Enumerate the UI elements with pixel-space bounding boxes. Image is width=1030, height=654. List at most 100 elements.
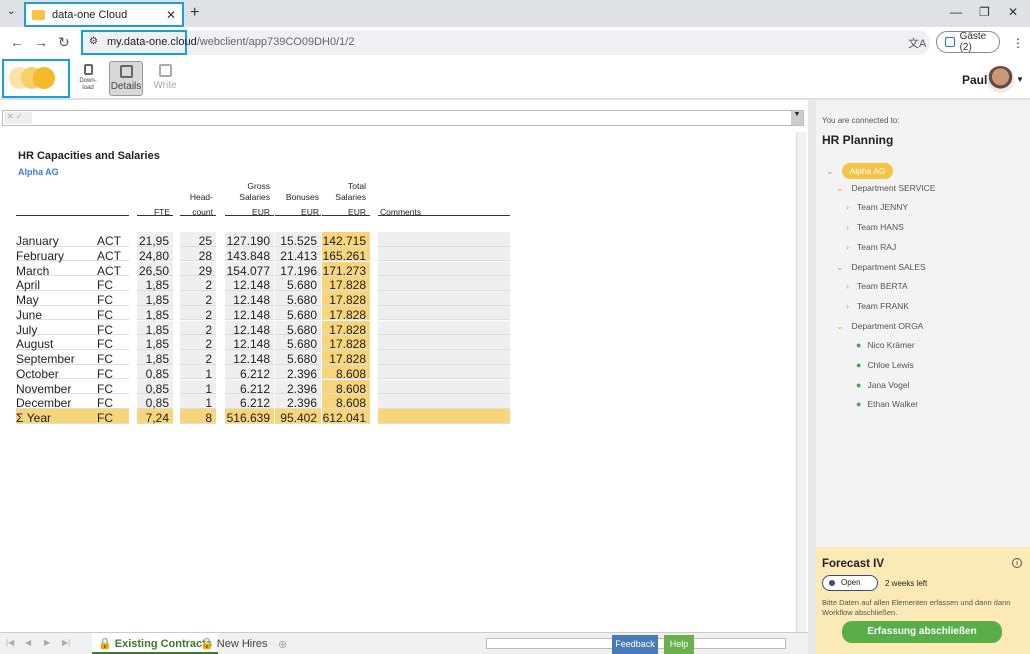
tree-item[interactable]: ⌄ Department SERVICE — [836, 183, 935, 194]
cell-month[interactable]: May — [16, 291, 97, 307]
cell-month[interactable]: February — [16, 247, 97, 263]
prev-sheet-icon[interactable]: ◀ — [25, 638, 31, 647]
cell-type[interactable]: ACT — [97, 232, 129, 248]
browser-tab[interactable]: data-one Cloud ✕ — [24, 2, 184, 27]
chevron-right-icon[interactable]: › — [846, 222, 849, 232]
tree-item[interactable]: › Team BERTA — [846, 281, 908, 291]
cell-bonus[interactable]: 5.680 — [275, 276, 321, 292]
panel-splitter[interactable] — [808, 100, 816, 654]
guest-profile-button[interactable]: Gäste (2) — [936, 31, 1000, 53]
close-tab-icon[interactable]: ✕ — [166, 8, 176, 22]
cell-gross[interactable]: 143.848 — [225, 246, 274, 263]
cell-comment[interactable] — [378, 305, 510, 321]
cell-head[interactable]: 8 — [180, 409, 216, 425]
cell-bonus[interactable]: 17.196 — [275, 261, 321, 278]
cell-type[interactable]: FC — [97, 409, 129, 425]
tree-item[interactable]: ● Ethan Walker — [856, 399, 918, 409]
cell-month[interactable]: March — [16, 262, 97, 278]
cell-bonus[interactable]: 95.402 — [275, 409, 321, 425]
cell-comment[interactable] — [378, 232, 510, 247]
chevron-right-icon[interactable]: › — [846, 281, 849, 291]
person-icon[interactable]: ● — [856, 380, 861, 390]
cell-month[interactable]: August — [16, 335, 97, 351]
cell-type[interactable]: FC — [97, 335, 129, 351]
cell-total[interactable]: 17.828 — [322, 350, 370, 366]
cell-type[interactable]: FC — [97, 291, 129, 307]
chevron-down-icon[interactable]: ⌄ — [836, 183, 844, 194]
cell-head[interactable]: 1 — [180, 364, 216, 381]
person-icon[interactable]: ● — [856, 360, 861, 370]
cell-bonus[interactable]: 5.680 — [275, 320, 321, 337]
cell-fte[interactable]: 0,85 — [137, 364, 173, 381]
tree-item[interactable]: ⌄ Alpha AG — [826, 163, 894, 179]
download-button[interactable]: Down- load — [77, 61, 99, 92]
cell-total[interactable]: 8.608 — [322, 364, 370, 381]
tree-item[interactable]: › Team JENNY — [846, 202, 908, 212]
cell-bonus[interactable]: 21.413 — [275, 246, 321, 263]
cell-fte[interactable]: 1,85 — [137, 276, 173, 292]
chevron-right-icon[interactable]: › — [846, 301, 849, 311]
cell-total[interactable]: 17.828 — [322, 276, 370, 292]
person-icon[interactable]: ● — [856, 340, 861, 350]
cell-gross[interactable]: 127.190 — [225, 232, 274, 248]
cell-bonus[interactable]: 2.396 — [275, 364, 321, 381]
cell-gross[interactable]: 12.148 — [225, 276, 274, 292]
chevron-down-icon[interactable]: ⌄ — [836, 262, 844, 273]
cell-type[interactable]: ACT — [97, 262, 129, 278]
cell-type[interactable]: FC — [97, 350, 129, 366]
cell-type[interactable]: ACT — [97, 247, 129, 263]
cell-head[interactable]: 1 — [180, 394, 216, 410]
chevron-down-icon[interactable]: ⌄ — [826, 166, 834, 177]
vertical-scrollbar[interactable] — [796, 132, 806, 632]
cell-fte[interactable]: 1,85 — [137, 335, 173, 351]
cell-comment[interactable] — [378, 276, 510, 291]
details-button[interactable]: Details — [109, 61, 143, 96]
cell-comment[interactable] — [378, 261, 510, 277]
cell-head[interactable]: 29 — [180, 261, 216, 278]
cell-comment[interactable] — [378, 320, 510, 336]
cell-head[interactable]: 2 — [180, 320, 216, 337]
cell-type[interactable]: FC — [97, 394, 129, 410]
url-text[interactable]: my.data-one.cloud/webclient/app739CO09DH… — [107, 36, 354, 48]
cell-fte[interactable]: 0,85 — [137, 394, 173, 410]
cell-month[interactable]: October — [16, 365, 97, 381]
cell-gross[interactable]: 154.077 — [225, 261, 274, 278]
tree-item[interactable]: ⌄ Department ORGA — [836, 321, 923, 332]
cell-fte[interactable]: 0,85 — [137, 379, 173, 396]
cell-bonus[interactable]: 5.680 — [275, 291, 321, 307]
cell-comment[interactable] — [378, 335, 510, 350]
feedback-button[interactable]: Feedback — [612, 635, 658, 654]
cell-comment[interactable] — [378, 364, 510, 380]
cell-bonus[interactable]: 5.680 — [275, 350, 321, 366]
forward-icon[interactable]: → — [34, 34, 48, 50]
restore-icon[interactable]: ❐ — [979, 5, 990, 19]
cell-gross[interactable]: 6.212 — [225, 364, 274, 381]
reload-icon[interactable]: ↻ — [58, 34, 70, 51]
cell-type[interactable]: FC — [97, 321, 129, 337]
cell-total[interactable]: 142.715 — [322, 232, 370, 248]
user-name[interactable]: Paul — [962, 73, 987, 87]
first-sheet-icon[interactable]: |◀ — [6, 638, 14, 647]
tree-item[interactable]: ⌄ Department SALES — [836, 262, 926, 273]
back-icon[interactable]: ← — [10, 34, 24, 50]
site-info-icon[interactable]: ⚙ — [89, 36, 98, 47]
cell-fte[interactable]: 7,24 — [137, 409, 173, 425]
cell-total[interactable]: 17.828 — [322, 320, 370, 337]
cell-head[interactable]: 2 — [180, 335, 216, 351]
cell-comment[interactable] — [378, 350, 510, 365]
cell-month[interactable]: September — [16, 350, 97, 366]
chevron-right-icon[interactable]: › — [846, 242, 849, 252]
cell-fte[interactable]: 1,85 — [137, 350, 173, 366]
cell-head[interactable]: 2 — [180, 305, 216, 322]
cell-head[interactable]: 2 — [180, 350, 216, 366]
cell-gross[interactable]: 516.639 — [225, 409, 274, 425]
minimize-icon[interactable]: — — [950, 5, 962, 19]
cell-gross[interactable]: 12.148 — [225, 350, 274, 366]
status-badge[interactable]: Open — [822, 575, 878, 591]
tree-item[interactable]: ● Nico Krämer — [856, 340, 915, 350]
cell-head[interactable]: 28 — [180, 246, 216, 263]
cell-total[interactable]: 17.828 — [322, 291, 370, 307]
cell-type[interactable]: FC — [97, 306, 129, 322]
cell-total[interactable]: 171.273 — [322, 261, 370, 278]
cell-comment[interactable] — [378, 394, 510, 409]
